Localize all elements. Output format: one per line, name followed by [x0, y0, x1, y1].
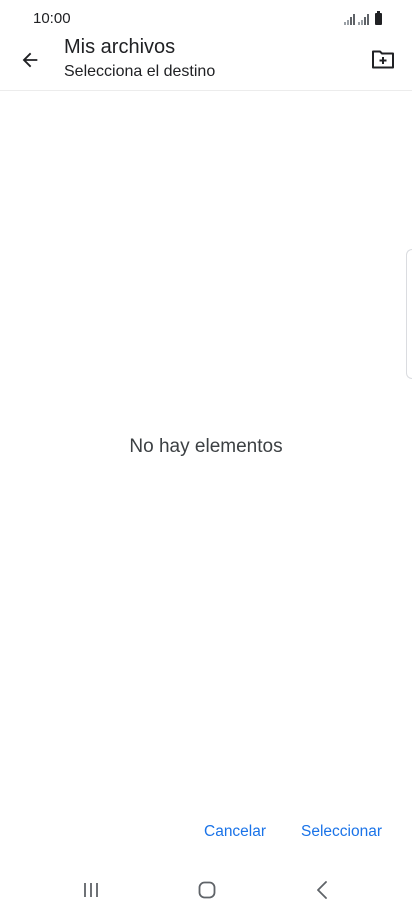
- system-nav-bar: [0, 865, 412, 915]
- status-bar: 10:00: [0, 0, 412, 34]
- new-folder-icon: [372, 50, 394, 69]
- home-icon: [198, 881, 216, 899]
- empty-state-message: No hay elementos: [129, 436, 283, 457]
- status-time: 10:00: [33, 10, 71, 27]
- page-subtitle: Selecciona el destino: [64, 63, 216, 80]
- scroll-handle[interactable]: [406, 249, 412, 379]
- battery-icon: [375, 11, 382, 25]
- signal-icon: [344, 13, 355, 25]
- action-bar: Cancelar Seleccionar: [0, 805, 412, 860]
- signal-icon: [358, 13, 369, 25]
- page-title: Mis archivos: [64, 36, 176, 58]
- back-chevron-icon: [317, 881, 327, 899]
- home-button[interactable]: [192, 877, 222, 903]
- select-button[interactable]: Seleccionar: [301, 823, 382, 841]
- nav-back-button[interactable]: [307, 877, 337, 903]
- recents-button[interactable]: [76, 877, 106, 903]
- status-icons: [344, 11, 382, 25]
- app-bar: Mis archivos Selecciona el destino: [0, 34, 412, 91]
- new-folder-button[interactable]: [366, 42, 400, 76]
- file-list-area[interactable]: No hay elementos: [0, 91, 412, 801]
- back-button[interactable]: [14, 44, 46, 76]
- cancel-button[interactable]: Cancelar: [204, 823, 266, 841]
- recents-icon: [84, 883, 98, 897]
- arrow-left-icon: [22, 52, 38, 68]
